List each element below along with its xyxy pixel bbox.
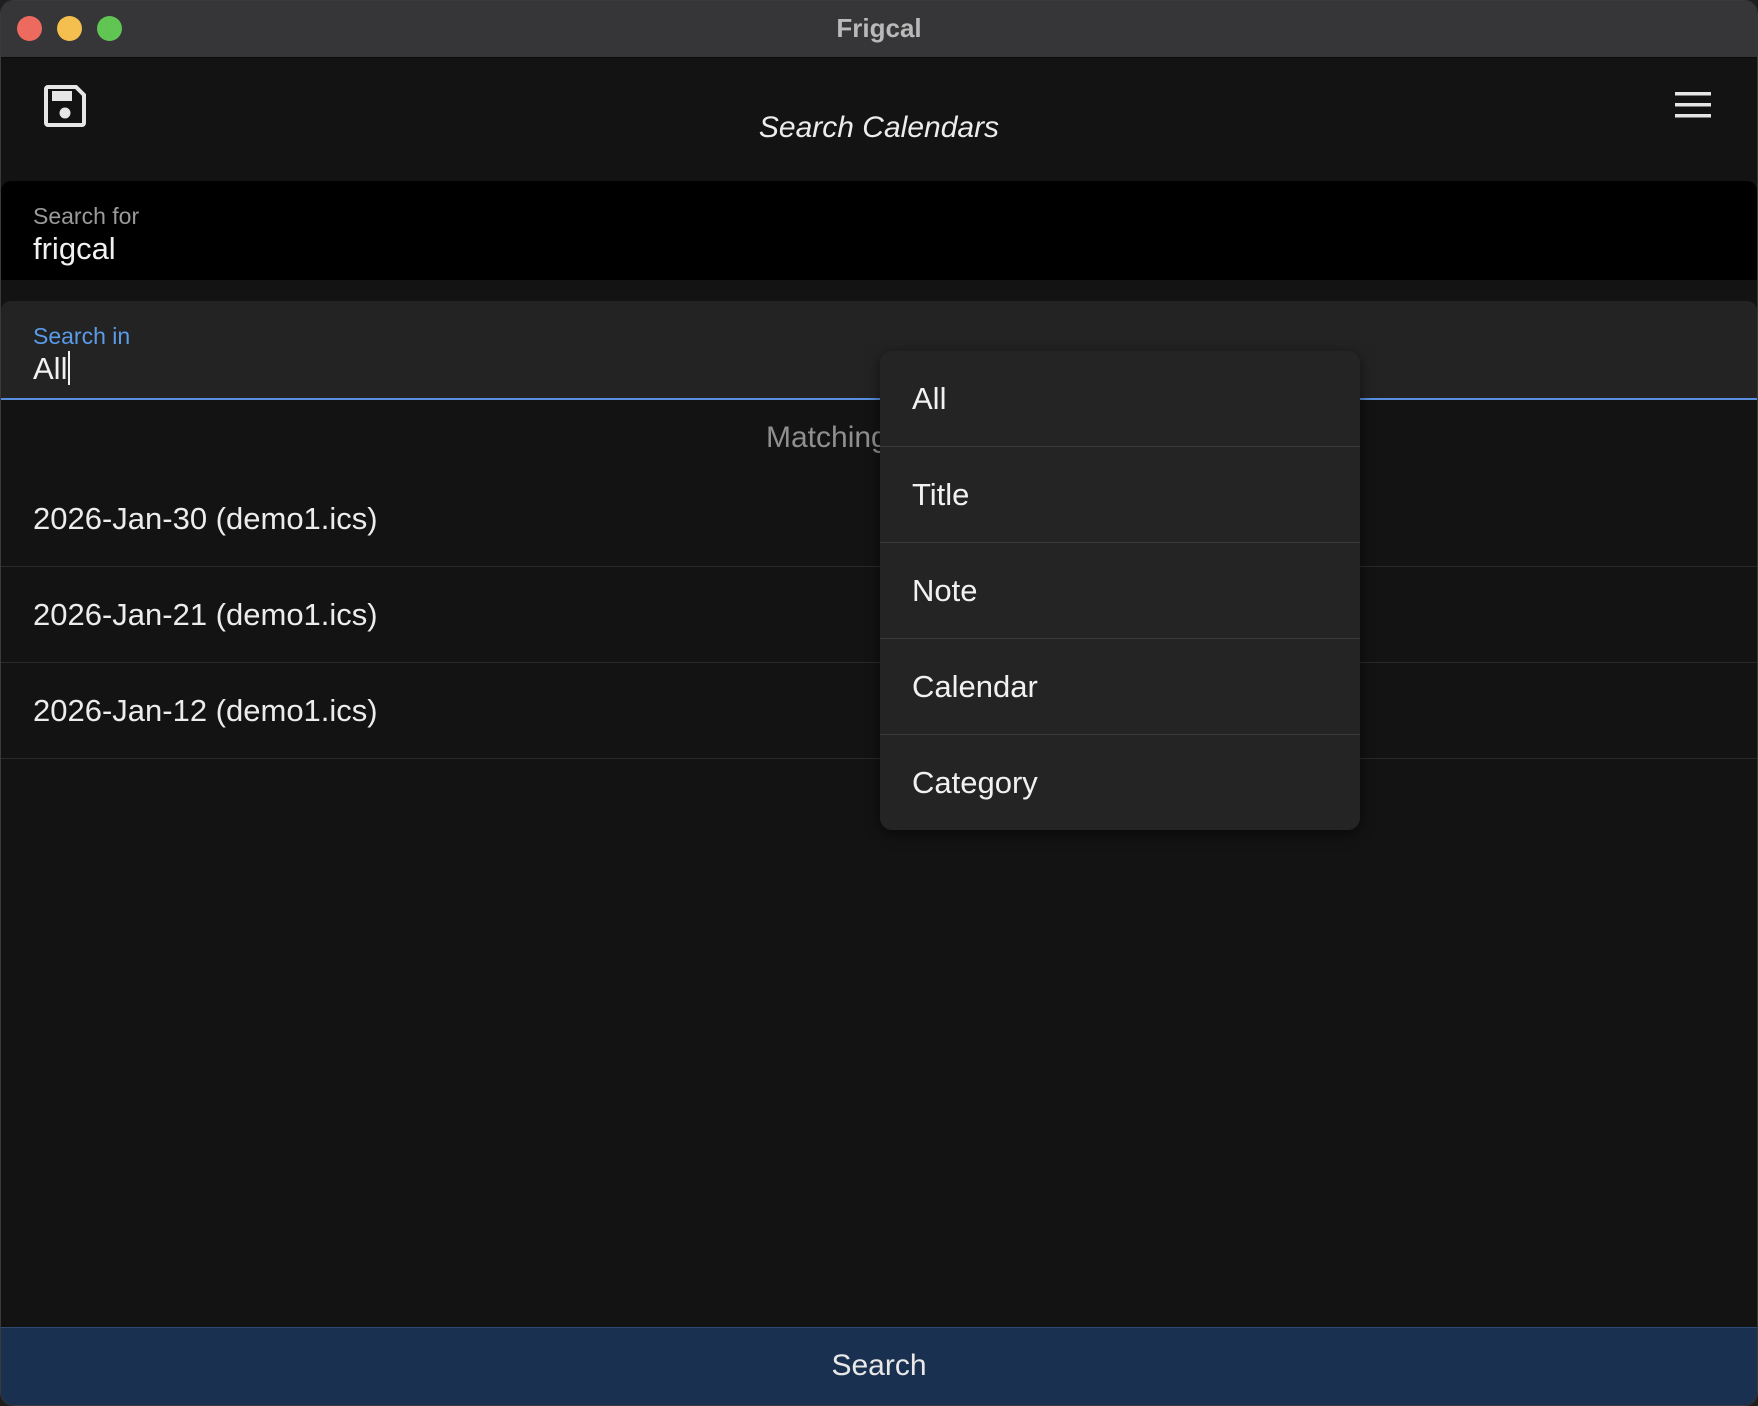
dropdown-option-label: Calendar xyxy=(912,669,1038,704)
search-in-input[interactable]: All xyxy=(33,351,71,387)
search-in-field[interactable]: Search in All xyxy=(1,301,1757,400)
search-button[interactable]: Search xyxy=(1,1327,1757,1405)
result-row-label: 2026-Jan-30 (demo1.ics) xyxy=(33,501,378,536)
results-list: 2026-Jan-30 (demo1.ics) 2026-Jan-21 (dem… xyxy=(1,471,1757,759)
search-in-dropdown-menu: All Title Note Calendar Category xyxy=(880,351,1360,830)
result-row-label: 2026-Jan-21 (demo1.ics) xyxy=(33,597,378,632)
app-bar: Search Calendars xyxy=(1,58,1757,181)
dropdown-option-note[interactable]: Note xyxy=(880,543,1360,639)
results-header: Matching xyxy=(766,421,888,454)
search-for-field[interactable]: Search for frigcal xyxy=(1,181,1757,280)
dropdown-option-label: Category xyxy=(912,765,1038,800)
page-title: Search Calendars xyxy=(758,111,1000,144)
dropdown-option-category[interactable]: Category xyxy=(880,735,1360,830)
dropdown-option-calendar[interactable]: Calendar xyxy=(880,639,1360,735)
dropdown-option-label: All xyxy=(912,381,947,416)
app-window: Frigcal Search Calendars Search for frig… xyxy=(0,0,1758,1406)
search-button-label: Search xyxy=(831,1349,927,1382)
dropdown-option-title[interactable]: Title xyxy=(880,447,1360,543)
title-bar[interactable]: Frigcal xyxy=(1,1,1757,58)
result-row[interactable]: 2026-Jan-21 (demo1.ics) xyxy=(1,567,1757,663)
window-title: Frigcal xyxy=(836,13,922,43)
result-row[interactable]: 2026-Jan-30 (demo1.ics) xyxy=(1,471,1757,567)
search-in-label: Search in xyxy=(33,323,131,349)
dropdown-option-all[interactable]: All xyxy=(880,351,1360,447)
dropdown-option-label: Note xyxy=(912,573,978,608)
text-caret xyxy=(68,351,71,385)
result-row-label: 2026-Jan-12 (demo1.ics) xyxy=(33,693,378,728)
search-in-value: All xyxy=(33,351,68,386)
search-for-label: Search for xyxy=(33,203,140,229)
hamburger-menu-icon[interactable] xyxy=(1673,88,1713,122)
result-row[interactable]: 2026-Jan-12 (demo1.ics) xyxy=(1,663,1757,759)
dropdown-option-label: Title xyxy=(912,477,970,512)
search-for-input[interactable]: frigcal xyxy=(33,231,116,267)
